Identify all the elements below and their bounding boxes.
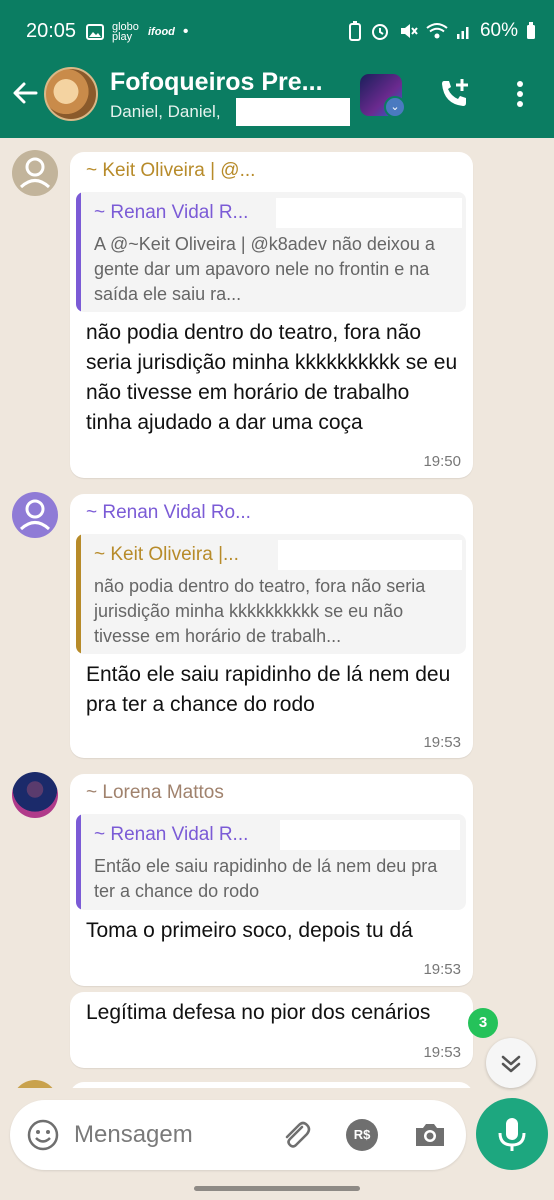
alarm-icon bbox=[371, 24, 388, 40]
quote-sender: ~ Keit Oliveira |... bbox=[94, 544, 239, 565]
message-time: 19:53 bbox=[423, 961, 461, 978]
message-bubble[interactable]: ~ Renan Vidal Ro... ~ Keit Oliveira |...… bbox=[70, 494, 473, 758]
voice-record-button[interactable] bbox=[476, 1098, 548, 1170]
message-bubble[interactable]: ~ Keit Oliveira | @... ~ Renan Vidal R..… bbox=[70, 152, 473, 478]
payment-button[interactable]: R$ bbox=[346, 1119, 378, 1151]
battery-saver-icon bbox=[348, 21, 361, 41]
quote-text: Então ele saiu rapidinho de lá nem deu p… bbox=[94, 856, 438, 901]
quote-accent-bar bbox=[76, 534, 81, 654]
attach-button[interactable] bbox=[278, 1117, 314, 1153]
message-list[interactable]: ~ Keit Oliveira | @... ~ Renan Vidal R..… bbox=[0, 138, 554, 1088]
ifood-icon: ifood bbox=[148, 26, 175, 38]
back-button[interactable] bbox=[10, 78, 42, 110]
battery-icon bbox=[527, 22, 535, 39]
unread-count-badge: 3 bbox=[468, 1008, 498, 1038]
quote-text: não podia dentro do teatro, fora não ser… bbox=[94, 576, 426, 646]
paperclip-icon bbox=[285, 1121, 311, 1148]
sender-avatar[interactable] bbox=[12, 150, 58, 196]
redacted-block bbox=[278, 540, 462, 570]
scroll-to-bottom-button[interactable] bbox=[486, 1038, 536, 1088]
emoji-icon bbox=[27, 1119, 59, 1151]
home-indicator[interactable] bbox=[194, 1186, 360, 1191]
status-bar: 20:05 globo play ifood • 60% bbox=[0, 0, 554, 64]
sender-avatar[interactable] bbox=[12, 772, 58, 818]
message-time: 19:53 bbox=[423, 1044, 461, 1061]
notification-icons: globo play ifood • bbox=[86, 21, 189, 43]
quote-accent-bar bbox=[76, 192, 81, 312]
microphone-icon bbox=[498, 1118, 526, 1151]
camera-icon bbox=[416, 1124, 444, 1146]
group-members[interactable]: Daniel, Daniel, bbox=[110, 102, 221, 122]
redacted-block bbox=[280, 820, 460, 850]
redacted-block bbox=[236, 98, 350, 126]
arrow-left-icon bbox=[13, 82, 38, 104]
group-avatar[interactable] bbox=[44, 67, 98, 121]
double-chevron-down-icon bbox=[501, 1055, 521, 1073]
quoted-message[interactable]: ~ Renan Vidal R... Então ele saiu rapidi… bbox=[76, 814, 466, 910]
sender-name[interactable]: ~ Keit Oliveira | @... bbox=[86, 160, 255, 182]
emoji-button[interactable] bbox=[26, 1118, 60, 1152]
message-text: Toma o primeiro soco, depois tu dá bbox=[86, 919, 413, 942]
quote-accent-bar bbox=[76, 814, 81, 910]
status-time: 20:05 bbox=[26, 20, 77, 42]
default-avatar-icon bbox=[19, 157, 51, 189]
sender-avatar[interactable] bbox=[12, 492, 58, 538]
system-icons: 60% bbox=[348, 20, 536, 42]
phone-plus-icon bbox=[442, 79, 468, 106]
message-composer: R$ bbox=[10, 1100, 466, 1170]
group-title[interactable]: Fofoqueiros Pre... bbox=[110, 68, 350, 97]
quoted-message[interactable]: ~ Keit Oliveira |... não podia dentro do… bbox=[76, 534, 466, 654]
chevron-down-icon: ⌄ bbox=[384, 96, 406, 118]
add-call-button[interactable] bbox=[438, 76, 472, 110]
chat-header: Fofoqueiros Pre... Daniel, Daniel, ⌄ bbox=[0, 64, 554, 138]
quote-text: A @~Keit Oliveira | @k8adev não deixou a… bbox=[94, 234, 435, 304]
message-bubble[interactable]: Legítima defesa no pior dos cenários 19:… bbox=[70, 992, 473, 1068]
message-text: Legítima defesa no pior dos cenários bbox=[86, 1001, 431, 1024]
message-text: não podia dentro do teatro, fora não ser… bbox=[86, 321, 458, 434]
camera-button[interactable] bbox=[412, 1117, 448, 1153]
quote-sender: ~ Renan Vidal R... bbox=[94, 824, 249, 845]
sender-name[interactable]: ~ Lorena Mattos bbox=[86, 782, 224, 804]
quote-sender: ~ Renan Vidal R... bbox=[94, 202, 249, 223]
message-time: 19:53 bbox=[423, 734, 461, 751]
more-options-button[interactable] bbox=[508, 78, 532, 110]
message-text: Então ele saiu rapidinho de lá nem deu p… bbox=[86, 663, 451, 716]
battery-percent: 60% bbox=[479, 20, 518, 41]
message-bubble[interactable]: ~ Lorena Mattos ~ Renan Vidal R... Então… bbox=[70, 774, 473, 986]
wifi-icon bbox=[426, 23, 448, 39]
sender-avatar[interactable] bbox=[12, 1080, 58, 1088]
message-time: 19:50 bbox=[423, 453, 461, 470]
gallery-icon bbox=[86, 24, 104, 40]
quoted-message[interactable]: ~ Renan Vidal R... A @~Keit Oliveira | @… bbox=[76, 192, 466, 312]
sender-name[interactable]: ~ Renan Vidal Ro... bbox=[86, 502, 251, 524]
more-vertical-icon bbox=[517, 81, 523, 107]
mute-icon bbox=[400, 24, 418, 38]
redacted-block bbox=[276, 198, 462, 228]
globoplay-icon: globo play bbox=[112, 21, 139, 43]
message-bubble[interactable] bbox=[70, 1082, 473, 1088]
dot-icon: • bbox=[182, 23, 189, 40]
default-avatar-icon bbox=[19, 499, 51, 531]
message-input[interactable] bbox=[74, 1116, 274, 1154]
signal-icon bbox=[456, 27, 469, 39]
